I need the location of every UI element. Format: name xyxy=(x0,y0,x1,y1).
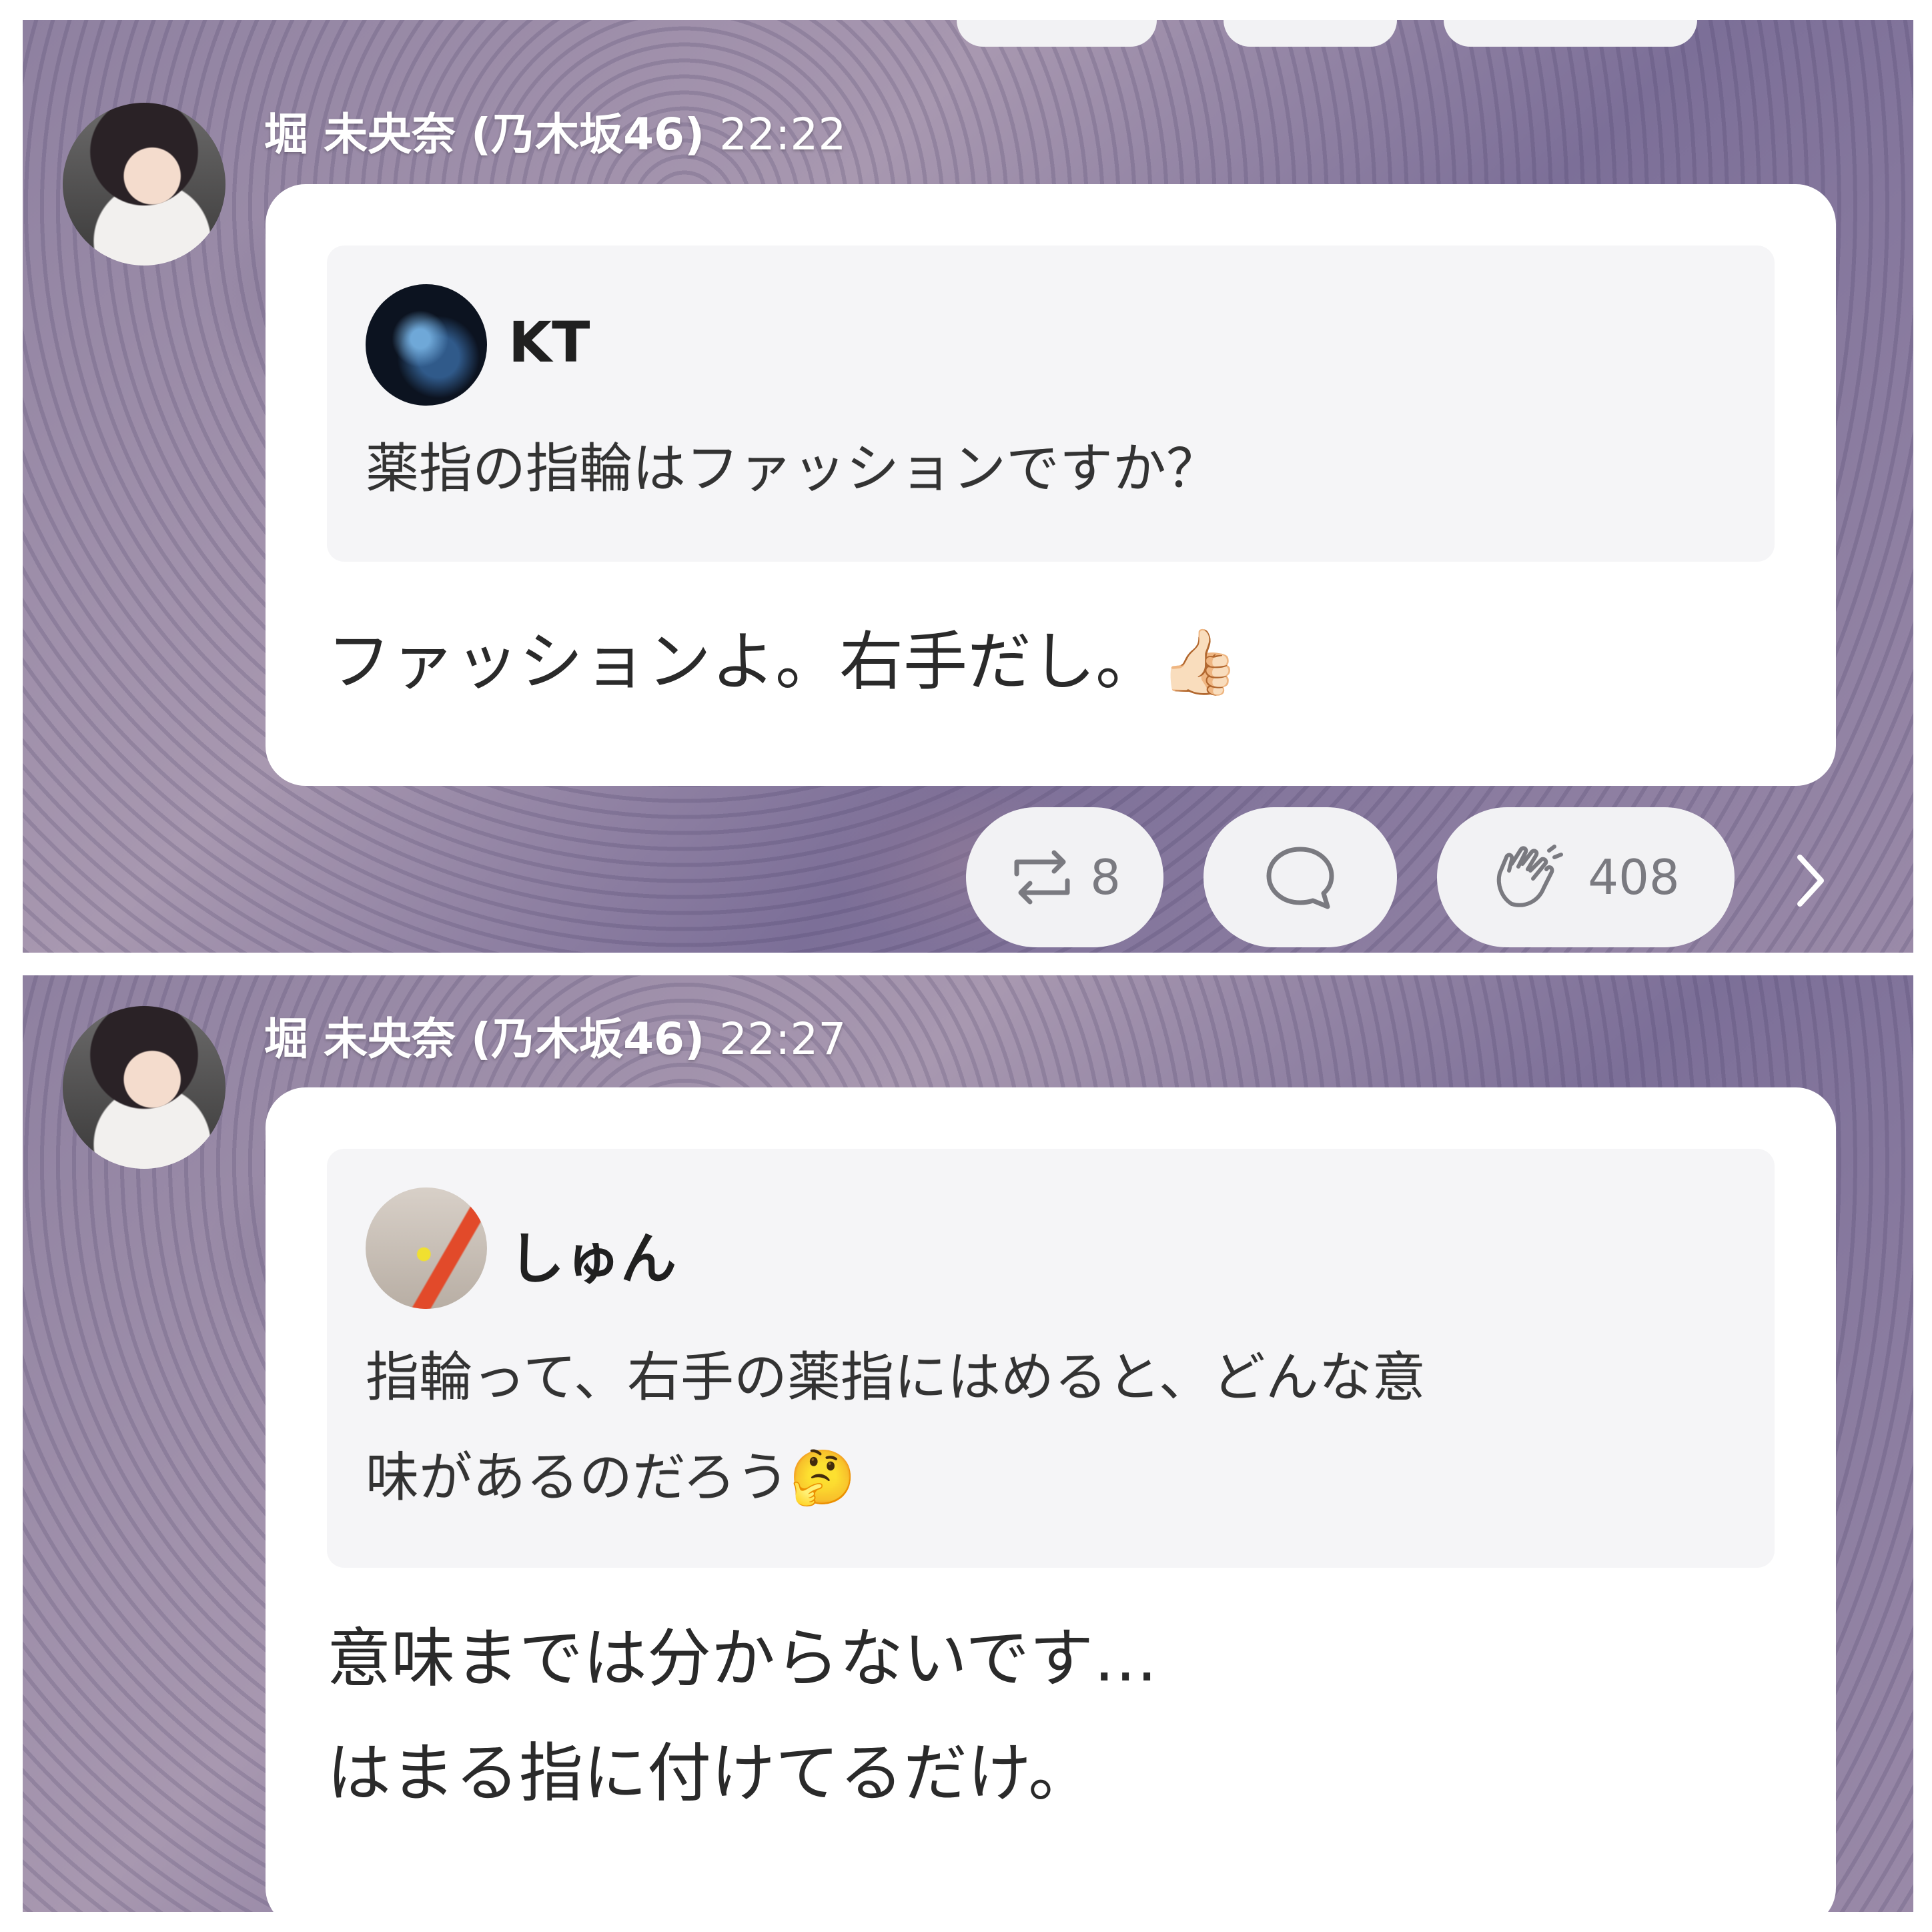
question-text: 薬指の指輪はファッションですか？ xyxy=(366,438,1220,500)
prev-action-pill[interactable] xyxy=(1444,20,1697,47)
questioner-name: しゅん xyxy=(508,1226,677,1292)
chevron-right-icon[interactable] xyxy=(1791,851,1831,913)
clap-icon xyxy=(1492,844,1565,911)
prev-action-pill[interactable] xyxy=(1224,20,1397,47)
reply-text-line-1: 意味までは分からないです… xyxy=(327,1621,1158,1696)
clap-button[interactable]: 408 xyxy=(1437,807,1735,947)
prev-action-pill[interactable] xyxy=(957,20,1157,47)
sender-name: 堀 未央奈 (乃木坂46) xyxy=(264,109,705,160)
question-text-line-2: 味があるのだろう🤔 xyxy=(366,1446,856,1508)
comment-button[interactable] xyxy=(1203,807,1397,947)
message-time: 22:22 xyxy=(719,109,847,160)
reply-text-line-2: はまる指に付けてるだけ。 xyxy=(327,1736,1093,1811)
question-text-line-1: 指輪って、右手の薬指にはめると、どんな意 xyxy=(366,1346,1426,1408)
repost-icon xyxy=(1009,847,1075,907)
repost-count: 8 xyxy=(1090,849,1121,905)
message-time: 22:27 xyxy=(719,1013,847,1065)
questioner-name: KT xyxy=(508,310,590,375)
message-panel-2: 堀 未央奈 (乃木坂46) 22:27 しゅん 指輪って、右手の薬指にはめると、ど… xyxy=(23,975,1913,1912)
message-bubble[interactable]: KT 薬指の指輪はファッションですか？ ファッションよ。右手だし。👍🏻 xyxy=(266,184,1836,786)
reply-text: ファッションよ。右手だし。👍🏻 xyxy=(327,624,1240,699)
quoted-question[interactable]: KT 薬指の指輪はファッションですか？ xyxy=(327,246,1775,562)
sender-header: 堀 未央奈 (乃木坂46) 22:27 xyxy=(264,1003,846,1067)
questioner-avatar xyxy=(366,1187,487,1309)
message-bubble[interactable]: しゅん 指輪って、右手の薬指にはめると、どんな意 味があるのだろう🤔 意味までは… xyxy=(266,1087,1836,1912)
sender-avatar[interactable] xyxy=(63,103,225,266)
message-panel-1: 堀 未央奈 (乃木坂46) 22:22 KT 薬指の指輪はファッションですか？ フ… xyxy=(23,20,1913,953)
clap-count: 408 xyxy=(1588,849,1680,905)
repost-button[interactable]: 8 xyxy=(966,807,1163,947)
questioner-avatar xyxy=(366,284,487,406)
sender-avatar[interactable] xyxy=(63,1006,225,1169)
comment-icon xyxy=(1264,844,1337,911)
sender-name: 堀 未央奈 (乃木坂46) xyxy=(264,1013,705,1065)
sender-header: 堀 未央奈 (乃木坂46) 22:22 xyxy=(264,99,846,163)
quoted-question[interactable]: しゅん 指輪って、右手の薬指にはめると、どんな意 味があるのだろう🤔 xyxy=(327,1149,1775,1568)
